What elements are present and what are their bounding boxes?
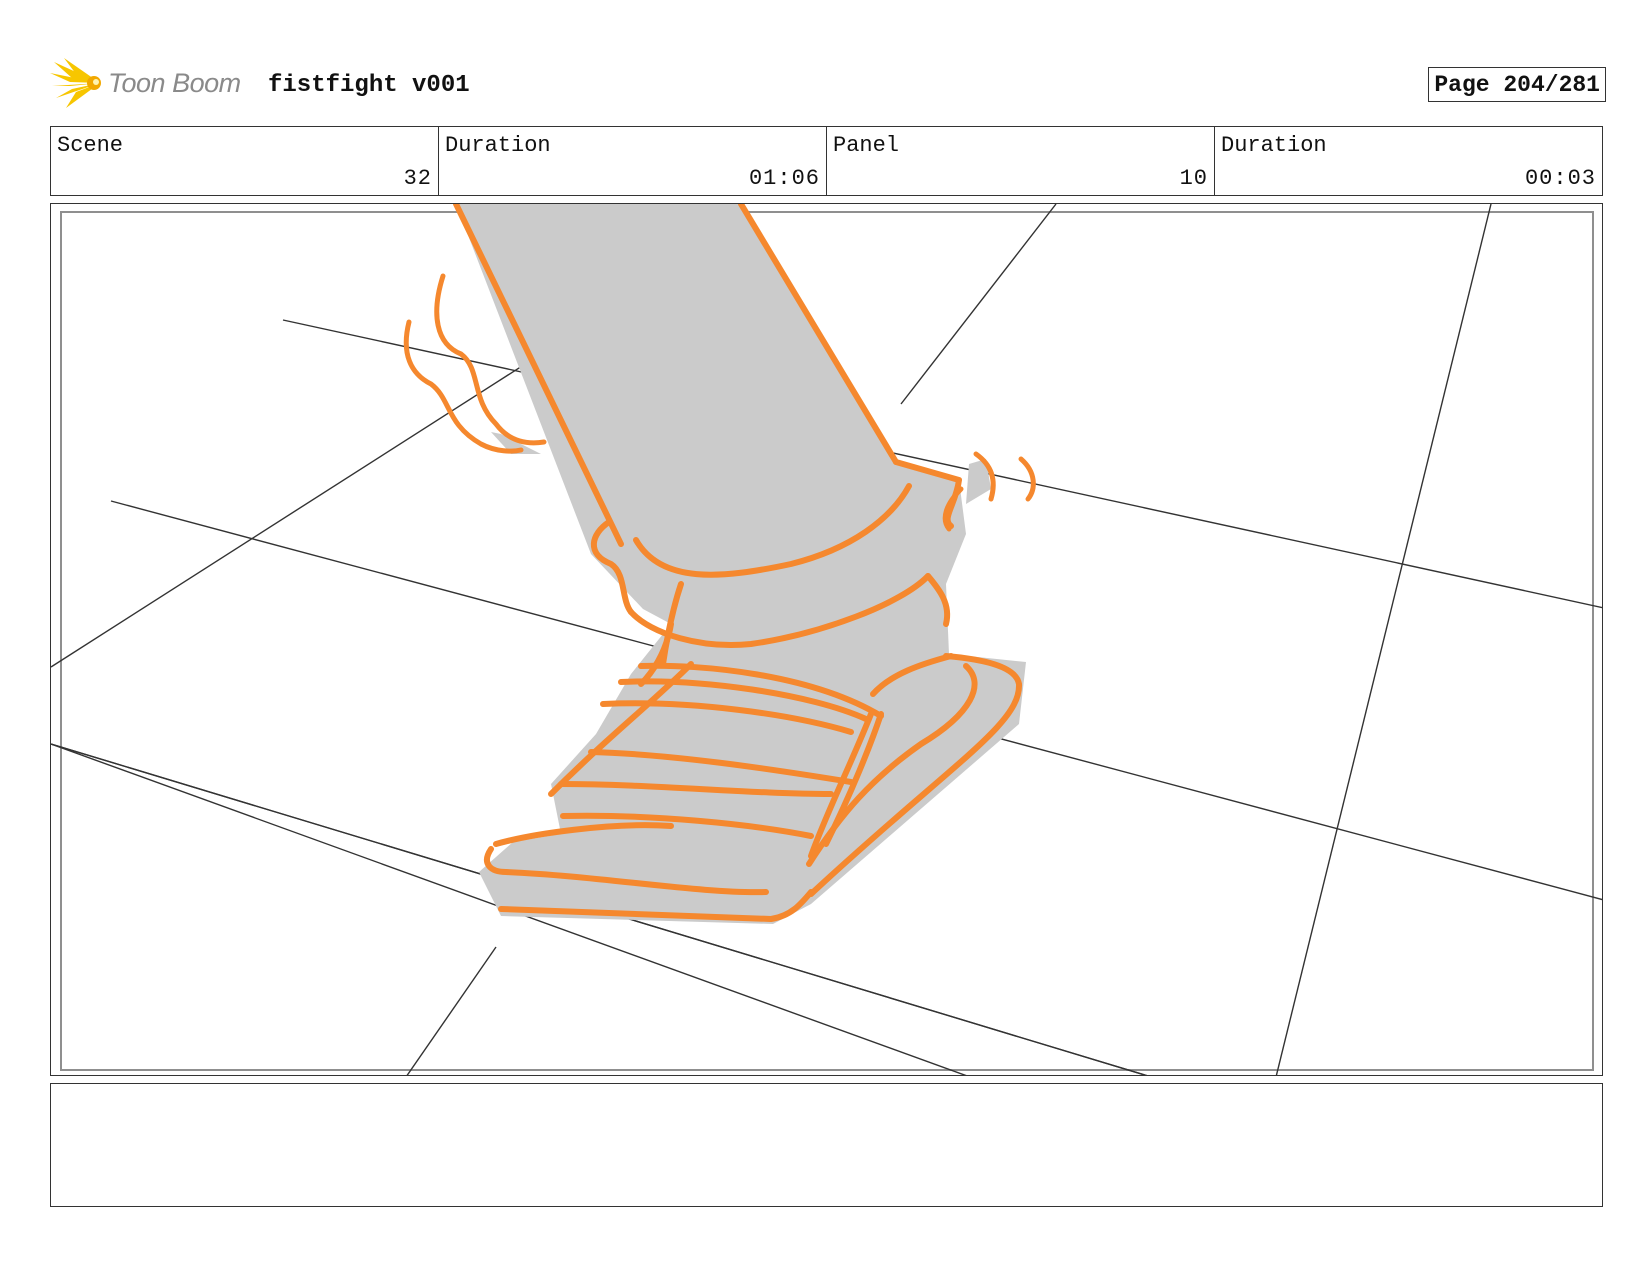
scene-value: 32 <box>403 166 432 191</box>
leg-boot-fill <box>456 204 1026 924</box>
project-title: fistfight v001 <box>268 72 470 99</box>
panel-value: 10 <box>1179 166 1208 191</box>
scene-label: Scene <box>57 133 124 158</box>
panel-duration-cell: Duration 00:03 <box>1215 127 1602 195</box>
panel-duration-value: 00:03 <box>1524 166 1596 191</box>
scene-cell: Scene 32 <box>51 127 439 195</box>
scene-duration-value: 01:06 <box>748 166 820 191</box>
scene-duration-cell: Duration 01:06 <box>439 127 827 195</box>
panel-label: Panel <box>833 133 900 158</box>
page-counter: Page 204/281 <box>1428 67 1606 102</box>
toon-boom-logo: Toon Boom <box>50 56 250 112</box>
brand-name: Toon Boom <box>108 68 241 98</box>
starburst-logo-icon <box>50 58 101 108</box>
scene-info-table: Scene 32 Duration 01:06 Panel 10 Duratio… <box>50 126 1603 196</box>
page-header: Toon Boom fistfight v001 Page 204/281 <box>50 56 1606 112</box>
storyboard-panel <box>50 203 1603 1076</box>
panel-drawing <box>51 204 1602 1075</box>
scene-duration-label: Duration <box>445 133 551 158</box>
panel-cell: Panel 10 <box>827 127 1215 195</box>
boot-figure <box>403 204 1036 924</box>
panel-notes-box <box>50 1083 1603 1207</box>
panel-duration-label: Duration <box>1221 133 1327 158</box>
